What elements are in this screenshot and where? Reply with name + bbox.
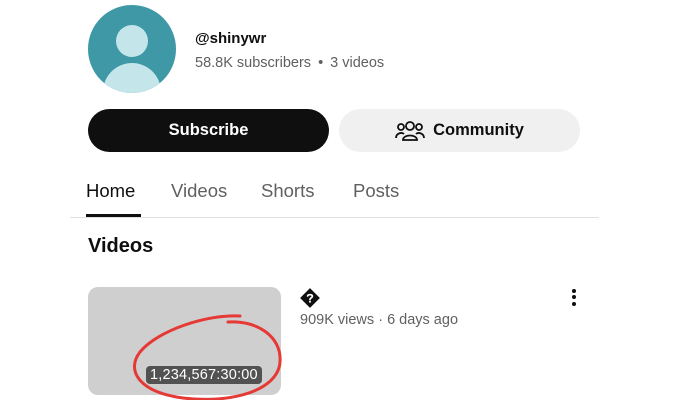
meta-separator: • [318, 55, 324, 71]
avatar-icon-head [116, 25, 148, 57]
video-duration-badge: 1,234,567:30:00 [146, 366, 262, 384]
video-count: 3 videos [330, 55, 385, 71]
subscribe-label: Subscribe [168, 121, 249, 139]
community-icon [395, 120, 426, 141]
unknown-glyph-icon [300, 288, 320, 308]
more-vert-icon[interactable] [566, 286, 582, 308]
community-label: Community [433, 121, 524, 139]
channel-avatar[interactable] [88, 5, 176, 93]
tab-home[interactable]: Home [86, 180, 135, 202]
video-meta: 909K views · 6 days ago [300, 312, 458, 328]
tab-videos[interactable]: Videos [171, 180, 227, 202]
section-title: Videos [88, 235, 154, 257]
channel-meta: 58.8K subscribers • 3 videos [195, 55, 384, 71]
subscriber-count: 58.8K subscribers [195, 55, 312, 71]
subscribe-button[interactable]: Subscribe [88, 109, 329, 152]
kebab-dot [572, 288, 576, 293]
active-tab-indicator [86, 214, 141, 217]
channel-handle: @shinywr [195, 30, 267, 47]
avatar-icon-body [103, 63, 161, 93]
video-age: 6 days ago [387, 312, 459, 328]
tab-posts[interactable]: Posts [353, 180, 399, 202]
community-button[interactable]: Community [339, 109, 580, 152]
channel-tabs: Home Videos Shorts Posts [70, 168, 599, 218]
kebab-dot [572, 295, 576, 299]
video-views: 909K views [300, 312, 375, 328]
tab-shorts[interactable]: Shorts [261, 180, 314, 202]
video-meta-separator: · [378, 312, 384, 328]
kebab-dot [572, 301, 576, 306]
